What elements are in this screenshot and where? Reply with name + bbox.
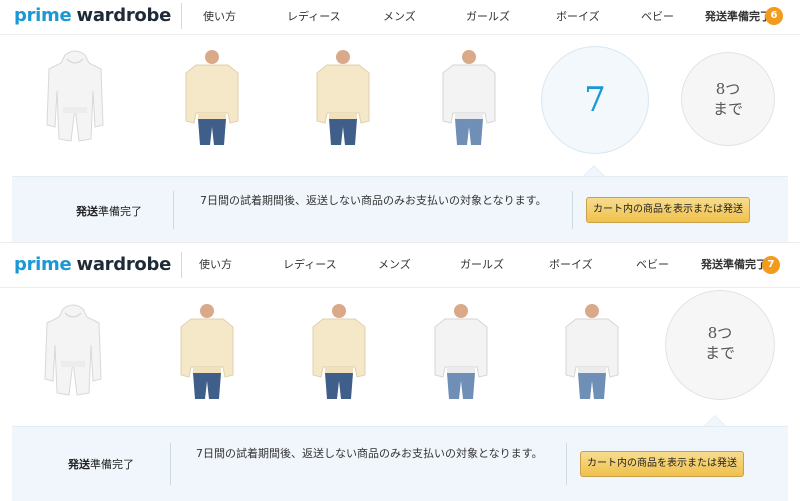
prime-wardrobe-logo[interactable]: prime wardrobe bbox=[14, 3, 182, 29]
nav-how-to-use[interactable]: 使い方 bbox=[199, 243, 232, 287]
cart-count-badge[interactable]: 7 bbox=[762, 256, 780, 274]
view-cart-or-ship-button[interactable]: カート内の商品を表示または発送 bbox=[586, 197, 750, 223]
white-hoodie-image bbox=[434, 304, 488, 399]
ready-to-ship-title: 発送準備完了 bbox=[76, 205, 142, 218]
nav-baby[interactable]: ベビー bbox=[641, 0, 674, 34]
bar-divider bbox=[170, 443, 171, 485]
logo-wardrobe-text: wardrobe bbox=[76, 254, 172, 275]
cream-hoodie-image bbox=[180, 304, 234, 399]
selection-pointer bbox=[583, 165, 605, 176]
ready-to-ship-link[interactable]: 発送準備完了 bbox=[701, 243, 767, 287]
logo-prime-text: prime bbox=[14, 254, 72, 275]
wardrobe-item-2[interactable] bbox=[175, 301, 239, 401]
items-count-circle: 7 bbox=[541, 46, 649, 154]
logo-prime-text: prime bbox=[14, 5, 72, 26]
ready-to-ship-link[interactable]: 発送準備完了 bbox=[705, 0, 771, 34]
white-hoodie-image bbox=[565, 304, 619, 399]
wardrobe-item-1[interactable] bbox=[43, 47, 107, 147]
white-hoodie-image bbox=[46, 50, 104, 142]
cream-hoodie-image bbox=[312, 304, 366, 399]
nav-mens[interactable]: メンズ bbox=[383, 0, 416, 34]
nav-mens[interactable]: メンズ bbox=[378, 243, 411, 287]
shipping-info-bar: 発送準備完了 7日間の試着期間後、返送しない商品のみお支払いの対象となります。 … bbox=[12, 426, 788, 501]
cream-hoodie-image bbox=[316, 50, 370, 145]
prime-wardrobe-logo[interactable]: prime wardrobe bbox=[14, 252, 182, 278]
limit-circle: 8つ まで bbox=[681, 52, 775, 146]
wardrobe-item-1[interactable] bbox=[41, 301, 105, 401]
white-hoodie-image bbox=[44, 304, 102, 396]
view-cart-or-ship-button[interactable]: カート内の商品を表示または発送 bbox=[580, 451, 744, 477]
limit-line-2: まで bbox=[704, 344, 735, 362]
limit-line-2: まで bbox=[712, 100, 743, 118]
nav-womens[interactable]: レディース bbox=[283, 243, 337, 287]
bar-divider bbox=[173, 191, 174, 229]
nav-boys[interactable]: ボーイズ bbox=[549, 243, 593, 287]
items-count: 7 bbox=[584, 80, 606, 120]
wardrobe-item-3[interactable] bbox=[307, 301, 371, 401]
cream-hoodie-image bbox=[185, 50, 239, 145]
shipping-info-bar: 発送準備完了 7日間の試着期間後、返送しない商品のみお支払いの対象となります。 … bbox=[12, 176, 788, 243]
nav-girls[interactable]: ガールズ bbox=[460, 243, 504, 287]
bar-divider bbox=[566, 443, 567, 485]
ready-to-ship-title: 発送準備完了 bbox=[68, 458, 134, 471]
limit-line-1: 8つ bbox=[707, 324, 733, 342]
top-nav: prime wardrobe 使い方 レディース メンズ ガールズ ボーイズ ベ… bbox=[0, 0, 800, 35]
nav-girls[interactable]: ガールズ bbox=[466, 0, 510, 34]
white-hoodie-image bbox=[442, 50, 496, 145]
wardrobe-item-4[interactable] bbox=[429, 301, 493, 401]
top-nav: prime wardrobe 使い方 レディース メンズ ガールズ ボーイズ ベ… bbox=[0, 243, 800, 288]
limit-circle: 8つ まで bbox=[665, 290, 775, 400]
cart-count-badge[interactable]: 6 bbox=[765, 7, 783, 25]
trial-period-message: 7日間の試着期間後、返送しない商品のみお支払いの対象となります。 bbox=[200, 194, 547, 207]
nav-how-to-use[interactable]: 使い方 bbox=[203, 0, 236, 34]
limit-line-1: 8つ bbox=[715, 80, 741, 98]
wardrobe-item-5[interactable] bbox=[560, 301, 624, 401]
wardrobe-item-4[interactable] bbox=[437, 47, 501, 147]
wardrobe-panel-2: prime wardrobe 使い方 レディース メンズ ガールズ ボーイズ ベ… bbox=[0, 242, 800, 501]
wardrobe-panel-1: prime wardrobe 使い方 レディース メンズ ガールズ ボーイズ ベ… bbox=[0, 0, 800, 243]
nav-boys[interactable]: ボーイズ bbox=[556, 0, 600, 34]
wardrobe-item-3[interactable] bbox=[311, 47, 375, 147]
bar-divider bbox=[572, 191, 573, 229]
selection-pointer bbox=[704, 415, 726, 426]
nav-baby[interactable]: ベビー bbox=[636, 243, 669, 287]
logo-wardrobe-text: wardrobe bbox=[76, 5, 172, 26]
nav-womens[interactable]: レディース bbox=[287, 0, 341, 34]
trial-period-message: 7日間の試着期間後、返送しない商品のみお支払いの対象となります。 bbox=[196, 447, 543, 460]
wardrobe-item-2[interactable] bbox=[180, 47, 244, 147]
